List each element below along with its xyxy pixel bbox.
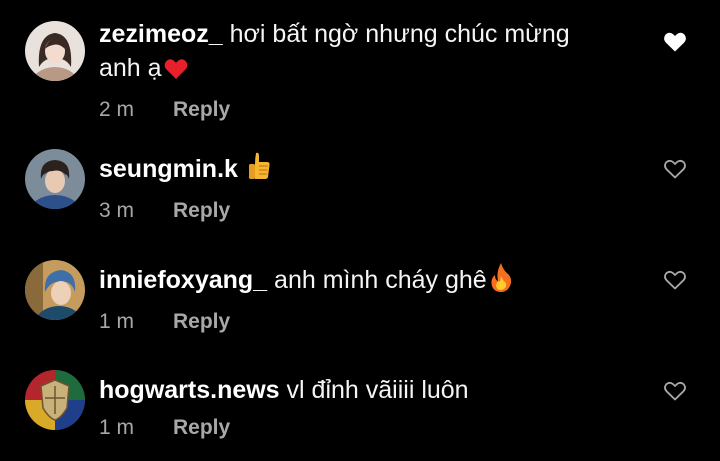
- comment-meta: 3 m Reply: [99, 198, 639, 224]
- comment-text-line: hogwarts.news vl đỉnh vãiiii luôn: [99, 373, 639, 407]
- avatar[interactable]: [25, 260, 85, 320]
- comment-meta: 1 m Reply: [99, 415, 639, 441]
- comment-meta: 2 m Reply: [99, 97, 639, 123]
- avatar[interactable]: [25, 149, 85, 209]
- like-heart-outline-icon[interactable]: [663, 269, 687, 291]
- comment-username[interactable]: inniefoxyang_: [99, 266, 267, 294]
- thumbs-up-icon: [247, 151, 271, 190]
- comment-time: 3 m: [99, 199, 135, 222]
- comment-time: 2 m: [99, 98, 135, 121]
- reply-button[interactable]: Reply: [173, 199, 230, 222]
- comment-username[interactable]: seungmin.k: [99, 155, 238, 183]
- reply-button[interactable]: Reply: [173, 98, 230, 121]
- comment-username[interactable]: hogwarts.news: [99, 376, 280, 404]
- reply-button[interactable]: Reply: [173, 310, 230, 333]
- comment-text-line: seungmin.k: [99, 151, 639, 190]
- comment-text-line: anh ạ: [99, 51, 639, 89]
- avatar[interactable]: [25, 21, 85, 81]
- like-heart-filled-icon[interactable]: [663, 31, 687, 53]
- comment-time: 1 m: [99, 416, 135, 439]
- comment-text: anh ạ: [99, 54, 162, 82]
- like-heart-outline-icon[interactable]: [663, 158, 687, 180]
- comment-username[interactable]: zezimeoz_: [99, 20, 223, 48]
- fire-icon: [489, 262, 513, 301]
- comment-text: anh mình cháy ghê: [274, 266, 487, 294]
- red-heart-icon: [164, 55, 188, 89]
- comment-time: 1 m: [99, 310, 135, 333]
- comment-meta: 1 m Reply: [99, 309, 639, 335]
- comment-text: hơi bất ngờ nhưng chúc mừng: [229, 20, 570, 48]
- reply-button[interactable]: Reply: [173, 416, 230, 439]
- comment-text: vl đỉnh vãiiii luôn: [286, 376, 469, 404]
- avatar[interactable]: [25, 370, 85, 430]
- like-heart-outline-icon[interactable]: [663, 380, 687, 402]
- comment-text-line: zezimeoz_ hơi bất ngờ nhưng chúc mừng: [99, 17, 639, 51]
- comment-text-line: inniefoxyang_ anh mình cháy ghê: [99, 262, 639, 301]
